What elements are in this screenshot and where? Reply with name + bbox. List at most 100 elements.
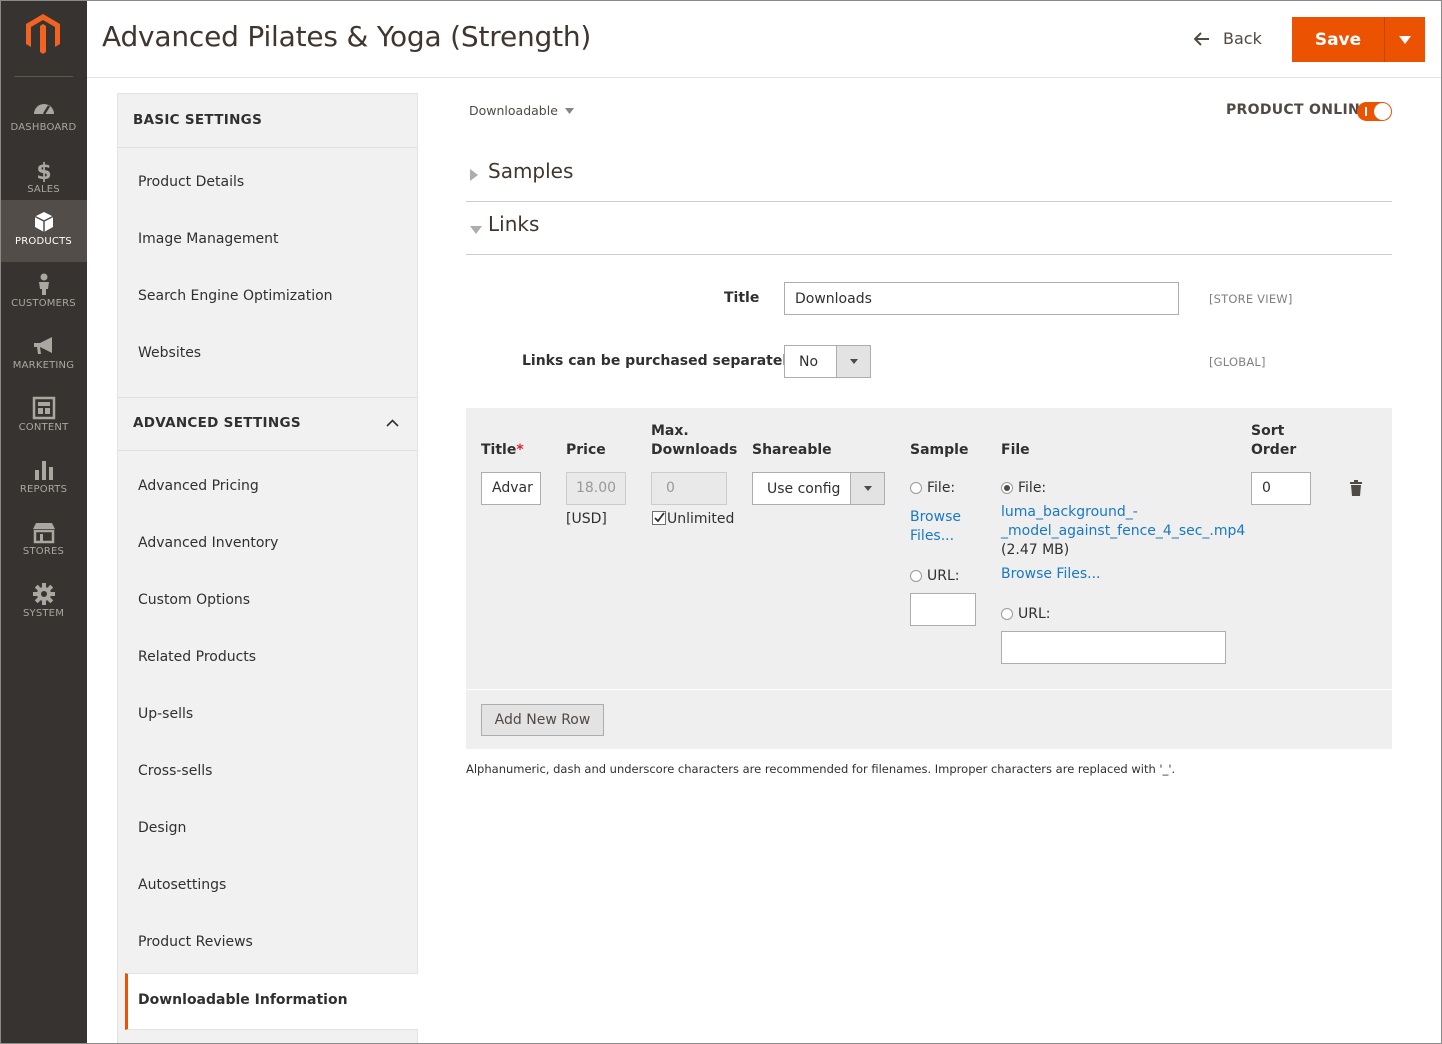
caret-down-icon — [864, 486, 872, 491]
caret-right-icon — [470, 169, 478, 181]
sample-url-input[interactable] — [910, 593, 976, 626]
nav-label: STORES — [22, 546, 65, 557]
col-header-text: Max. — [651, 423, 689, 439]
nav-reports[interactable]: REPORTS — [0, 448, 87, 510]
person-icon — [38, 273, 49, 295]
svg-text:$: $ — [36, 160, 51, 182]
col-header-title-text: Title — [481, 442, 517, 458]
settings-item-up-sells[interactable]: Up-sells — [118, 688, 417, 745]
sample-url-label: URL: — [927, 568, 960, 584]
samples-title: Samples — [488, 159, 574, 183]
page-header: Advanced Pilates & Yoga (Strength) Back … — [87, 0, 1442, 78]
link-title-input[interactable]: Advar — [481, 472, 541, 505]
checkmark-icon — [654, 512, 665, 523]
settings-item-label: Product Details — [138, 174, 245, 190]
nav-stores[interactable]: STORES — [0, 510, 87, 572]
separately-field-label: Links can be purchased separately — [522, 353, 797, 369]
uploaded-file-link[interactable]: luma_background_- _model_against_fence_4_… — [1001, 503, 1245, 541]
product-online-toggle[interactable] — [1357, 102, 1392, 121]
link-file-label: File: — [1018, 480, 1047, 496]
link-url-radio[interactable] — [1001, 608, 1013, 620]
sort-order-input[interactable]: 0 — [1251, 472, 1311, 505]
col-header-price: Price — [566, 442, 606, 458]
link-file-radio[interactable] — [1001, 482, 1013, 494]
link-url-input[interactable] — [1001, 631, 1226, 664]
settings-item-product-reviews[interactable]: Product Reviews — [118, 916, 417, 973]
samples-section-header[interactable]: Samples — [466, 149, 1392, 202]
settings-item-websites[interactable]: Websites — [118, 327, 417, 384]
col-header-shareable: Shareable — [752, 442, 832, 458]
shareable-select[interactable]: Use config — [752, 472, 885, 505]
link-price-input[interactable]: 18.00 — [566, 472, 626, 505]
nav-system[interactable]: SYSTEM — [0, 572, 87, 634]
file-browse-files-link[interactable]: Browse Files... — [1001, 565, 1101, 584]
nav-customers[interactable]: CUSTOMERS — [0, 262, 87, 324]
advanced-settings-title: ADVANCED SETTINGS — [133, 415, 301, 431]
basic-settings-header[interactable]: BASIC SETTINGS — [118, 94, 417, 148]
sample-file-label: File: — [927, 480, 956, 496]
settings-item-image-management[interactable]: Image Management — [118, 213, 417, 270]
select-value: No — [799, 354, 819, 370]
select-dropdown-button — [836, 346, 870, 377]
settings-item-advanced-inventory[interactable]: Advanced Inventory — [118, 517, 417, 574]
back-label: Back — [1223, 29, 1262, 48]
chevron-down-icon — [1399, 36, 1411, 44]
select-value: Use config — [767, 481, 841, 497]
col-header-text: Sort — [1251, 423, 1285, 439]
megaphone-icon — [33, 337, 52, 354]
nav-label: PRODUCTS — [15, 236, 72, 247]
sample-url-radio[interactable] — [910, 570, 922, 582]
advanced-settings-header[interactable]: ADVANCED SETTINGS — [118, 397, 417, 451]
toggle-knob — [1374, 103, 1391, 120]
settings-item-label: Advanced Inventory — [138, 535, 279, 551]
trash-icon[interactable] — [1350, 480, 1362, 496]
settings-item-custom-options[interactable]: Custom Options — [118, 574, 417, 631]
settings-item-label: Design — [138, 820, 187, 836]
settings-item-downloadable-information[interactable]: Downloadable Information — [125, 973, 418, 1030]
magento-logo-icon[interactable] — [23, 12, 63, 56]
separately-scope-label: [GLOBAL] — [1209, 355, 1266, 369]
settings-item-advanced-pricing[interactable]: Advanced Pricing — [118, 460, 417, 517]
settings-item-cross-sells[interactable]: Cross-sells — [118, 745, 417, 802]
nav-label: CUSTOMERS — [11, 298, 76, 309]
file-size: (2.47 MB) — [1001, 542, 1070, 558]
product-type-label: Downloadable — [469, 103, 558, 118]
title-field-label: Title — [724, 290, 760, 306]
links-title-input[interactable] — [784, 282, 1179, 315]
col-header-file: File — [1001, 442, 1030, 458]
nav-label: MARKETING — [12, 360, 75, 371]
page-title: Advanced Pilates & Yoga (Strength) — [102, 20, 592, 53]
nav-content[interactable]: CONTENT — [0, 386, 87, 448]
nav-dashboard[interactable]: DASHBOARD — [0, 86, 87, 148]
dashboard-icon — [33, 104, 54, 115]
settings-item-product-details[interactable]: Product Details — [118, 156, 417, 213]
nav-marketing[interactable]: MARKETING — [0, 324, 87, 386]
nav-products[interactable]: PRODUCTS — [0, 200, 87, 262]
settings-item-label: Up-sells — [138, 706, 194, 722]
chevron-up-icon — [386, 419, 399, 427]
links-section-header[interactable]: Links — [466, 202, 1392, 255]
settings-item-autosettings[interactable]: Autosettings — [118, 859, 417, 916]
settings-item-label: Websites — [138, 345, 202, 361]
settings-item-design[interactable]: Design — [118, 802, 417, 859]
back-button[interactable]: Back — [1194, 29, 1262, 48]
save-button[interactable]: Save — [1292, 17, 1384, 62]
settings-item-seo[interactable]: Search Engine Optimization — [118, 270, 417, 327]
sample-browse-files-link[interactable]: Browse Files... — [910, 508, 961, 546]
unlimited-checkbox[interactable] — [652, 511, 666, 525]
link-text: Browse — [910, 509, 961, 525]
settings-item-label: Related Products — [138, 649, 257, 665]
settings-item-related-products[interactable]: Related Products — [118, 631, 417, 688]
product-type-switcher[interactable]: Downloadable — [469, 103, 574, 118]
purchased-separately-select[interactable]: No — [784, 345, 871, 378]
add-new-row-button[interactable]: Add New Row — [481, 704, 604, 736]
gear-icon — [32, 583, 55, 605]
grid-divider — [466, 689, 1392, 690]
sample-file-radio[interactable] — [910, 482, 922, 494]
max-downloads-input[interactable]: 0 — [651, 472, 727, 505]
price-currency: [USD] — [566, 511, 607, 527]
save-options-toggle[interactable] — [1384, 17, 1425, 62]
admin-sidebar: DASHBOARD $ SALES PRODUCTS CUSTOMERS MAR… — [0, 0, 87, 1044]
select-dropdown-button — [850, 473, 884, 504]
filename-note: Alphanumeric, dash and underscore charac… — [466, 762, 1176, 776]
